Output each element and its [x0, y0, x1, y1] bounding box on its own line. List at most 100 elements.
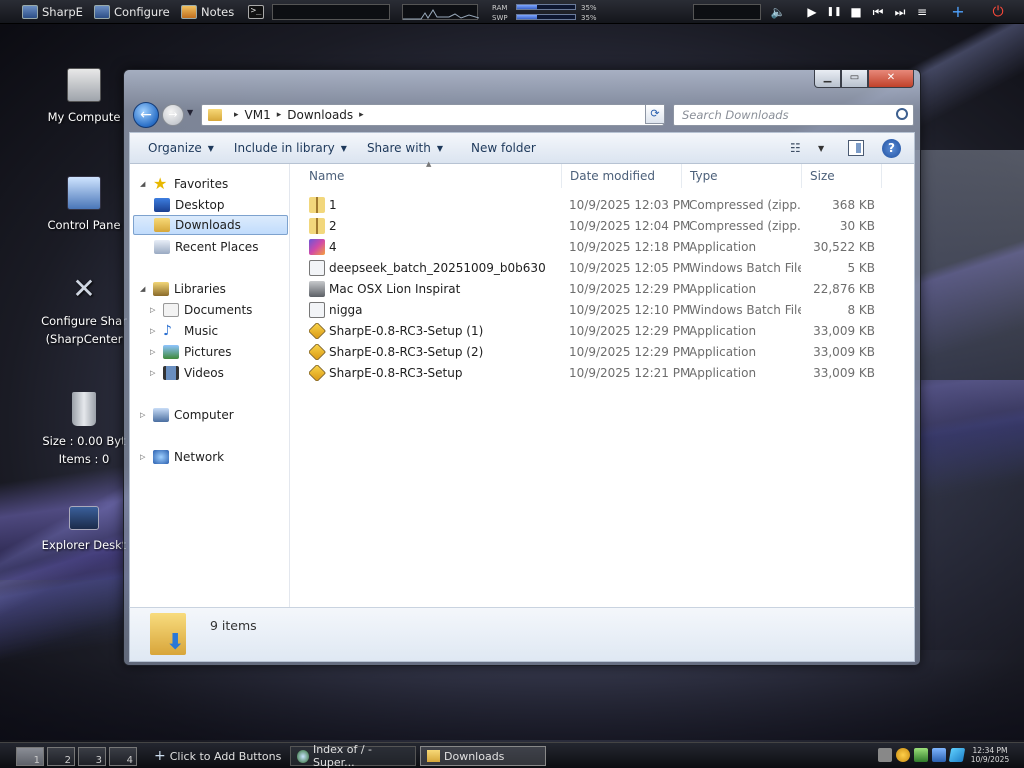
- file-row[interactable]: SharpE-0.8-RC3-Setup 10/9/2025 12:21 PM Ap…: [301, 362, 891, 383]
- help-icon[interactable]: ?: [882, 139, 901, 158]
- clock[interactable]: 12:34 PM 10/9/2025: [968, 746, 1012, 764]
- stop-icon[interactable]: ■: [848, 4, 864, 20]
- nav-favorites[interactable]: ◢ ★ Favorites: [140, 174, 228, 194]
- control-panel-icon: [67, 176, 101, 210]
- app4-file-icon: [309, 238, 325, 255]
- workspace-4[interactable]: 4: [109, 747, 137, 766]
- pause-icon[interactable]: ❚❚: [826, 4, 842, 20]
- add-icon[interactable]: +: [950, 4, 966, 20]
- address-bar[interactable]: ▸ VM1 ▸ Downloads ▸ ▼: [201, 104, 664, 126]
- task-downloads[interactable]: Downloads: [420, 746, 546, 766]
- organize-button[interactable]: Organize ▼: [138, 133, 224, 163]
- next-icon[interactable]: ⏭: [892, 4, 908, 20]
- share-with-button[interactable]: Share with ▼: [357, 133, 453, 163]
- column-header-date[interactable]: Date modified: [562, 164, 682, 188]
- tools-icon: ✕: [72, 272, 96, 305]
- forward-button[interactable]: →: [162, 104, 184, 126]
- window-controls: ▁ ▭ ✕: [814, 70, 914, 88]
- nav-pictures[interactable]: ▷ Pictures: [150, 342, 232, 362]
- nav-computer[interactable]: ▷ Computer: [140, 405, 234, 425]
- volume-mute-icon[interactable]: 🔈: [770, 4, 786, 20]
- desktop-icon-configure-sharpe[interactable]: ✕ Configure Shar (SharpCenter: [36, 272, 132, 346]
- preview-pane-icon[interactable]: [848, 140, 864, 156]
- change-view-icon[interactable]: ☷: [790, 141, 801, 155]
- downloads-folder-icon: [154, 218, 170, 232]
- file-name: 1: [309, 196, 559, 213]
- refresh-button[interactable]: ⟳: [645, 104, 665, 124]
- expand-arrow-icon[interactable]: ▷: [150, 348, 158, 356]
- include-in-library-button[interactable]: Include in library ▼: [224, 133, 357, 163]
- previous-icon[interactable]: ⏮: [870, 4, 886, 20]
- app-tray-icon[interactable]: [948, 748, 966, 762]
- file-row[interactable]: deepseek_batch_20251009_b0b630 10/9/2025 …: [301, 257, 891, 278]
- file-row[interactable]: Mac OSX Lion Inspirat 10/9/2025 12:29 PM A…: [301, 278, 891, 299]
- nav-recent-places[interactable]: Recent Places: [154, 237, 258, 257]
- add-buttons-button[interactable]: + Click to Add Buttons: [148, 746, 287, 766]
- nav-downloads[interactable]: Downloads: [133, 215, 288, 235]
- network-tray-icon[interactable]: [914, 748, 928, 762]
- file-name: SharpE-0.8-RC3-Setup: [309, 364, 559, 381]
- close-button[interactable]: ✕: [868, 70, 914, 88]
- play-icon[interactable]: ▶: [804, 4, 820, 20]
- task-browser[interactable]: Index of / - Super...: [290, 743, 416, 768]
- terminal-launcher[interactable]: >_: [248, 3, 264, 21]
- computer-icon: [153, 408, 169, 422]
- file-row[interactable]: nigga 10/9/2025 12:10 PM Windows Batch Fil…: [301, 299, 891, 320]
- volume-tray-icon[interactable]: [932, 748, 946, 762]
- power-icon[interactable]: ⏻: [990, 4, 1006, 20]
- collapse-arrow-icon[interactable]: ◢: [140, 285, 148, 293]
- collapse-arrow-icon[interactable]: ◢: [140, 180, 148, 188]
- folder-icon: [208, 109, 222, 121]
- expand-arrow-icon[interactable]: ▷: [140, 411, 148, 419]
- wallpaper-highlight: [914, 150, 1024, 650]
- back-button[interactable]: ←: [133, 102, 159, 128]
- column-header-size[interactable]: Size: [802, 164, 882, 188]
- sharpe-launcher[interactable]: SharpE: [22, 3, 83, 21]
- command-bar: Organize ▼ Include in library ▼ Share with…: [129, 132, 915, 164]
- file-row[interactable]: 2 10/9/2025 12:04 PM Compressed (zipp... 30…: [301, 215, 891, 236]
- nav-libraries[interactable]: ◢ Libraries: [140, 279, 226, 299]
- expand-arrow-icon[interactable]: ▷: [140, 453, 148, 461]
- videos-icon: [163, 366, 179, 380]
- file-row[interactable]: 1 10/9/2025 12:03 PM Compressed (zipp... 36…: [301, 194, 891, 215]
- workspace-3[interactable]: 3: [78, 747, 106, 766]
- nav-network[interactable]: ▷ Network: [140, 447, 224, 467]
- file-row[interactable]: SharpE-0.8-RC3-Setup (2) 10/9/2025 12:29 …: [301, 341, 891, 362]
- music-icon: ♪: [163, 323, 172, 339]
- nav-documents[interactable]: ▷ Documents: [150, 300, 252, 320]
- expand-arrow-icon[interactable]: ▷: [150, 369, 158, 377]
- desktop-icon-recycle-bin[interactable]: Size : 0.00 Byt Items : 0: [36, 392, 132, 466]
- desktop-icon-control-panel[interactable]: Control Pane: [36, 176, 132, 232]
- workspace-1[interactable]: 1: [16, 747, 44, 766]
- new-folder-button[interactable]: New folder: [461, 133, 546, 163]
- search-tray-icon[interactable]: [896, 748, 910, 762]
- breadcrumb-vm1[interactable]: VM1: [245, 108, 271, 122]
- nav-desktop[interactable]: Desktop: [154, 195, 225, 215]
- ram-value: 35%: [581, 4, 597, 12]
- desktop-icon-explorer-desktop[interactable]: Explorer Deskt: [36, 506, 132, 552]
- maximize-button[interactable]: ▭: [841, 70, 868, 88]
- column-header-name[interactable]: Name: [301, 164, 562, 188]
- configure-launcher[interactable]: Configure: [94, 3, 170, 21]
- desktop-icon-my-computer[interactable]: My Compute: [36, 68, 132, 124]
- minimize-button[interactable]: ▁: [814, 70, 841, 88]
- search-input[interactable]: Search Downloads: [673, 104, 914, 126]
- breadcrumb-downloads[interactable]: Downloads: [287, 108, 353, 122]
- nav-music[interactable]: ▷ ♪ Music: [150, 321, 218, 341]
- column-header-type[interactable]: Type: [682, 164, 802, 188]
- expand-arrow-icon[interactable]: ▷: [150, 306, 158, 314]
- command-box[interactable]: [272, 4, 390, 20]
- view-dropdown-icon[interactable]: ▼: [818, 144, 824, 153]
- file-row[interactable]: 4 10/9/2025 12:18 PM Application 30,522 KB: [301, 236, 891, 257]
- nav-videos[interactable]: ▷ Videos: [150, 363, 224, 383]
- recent-pages-dropdown[interactable]: ▼: [187, 108, 193, 117]
- expand-arrow-icon[interactable]: ▷: [150, 327, 158, 335]
- notes-launcher[interactable]: Notes: [181, 3, 234, 21]
- workspace-2[interactable]: 2: [47, 747, 75, 766]
- file-size: 33,009 KB: [813, 323, 875, 338]
- file-row[interactable]: SharpE-0.8-RC3-Setup (1) 10/9/2025 12:29 …: [301, 320, 891, 341]
- menu-icon[interactable]: ≡: [914, 4, 930, 20]
- file-name: Mac OSX Lion Inspirat: [309, 280, 559, 297]
- tray-arrow-icon[interactable]: [878, 748, 892, 762]
- search-icon[interactable]: [896, 108, 908, 120]
